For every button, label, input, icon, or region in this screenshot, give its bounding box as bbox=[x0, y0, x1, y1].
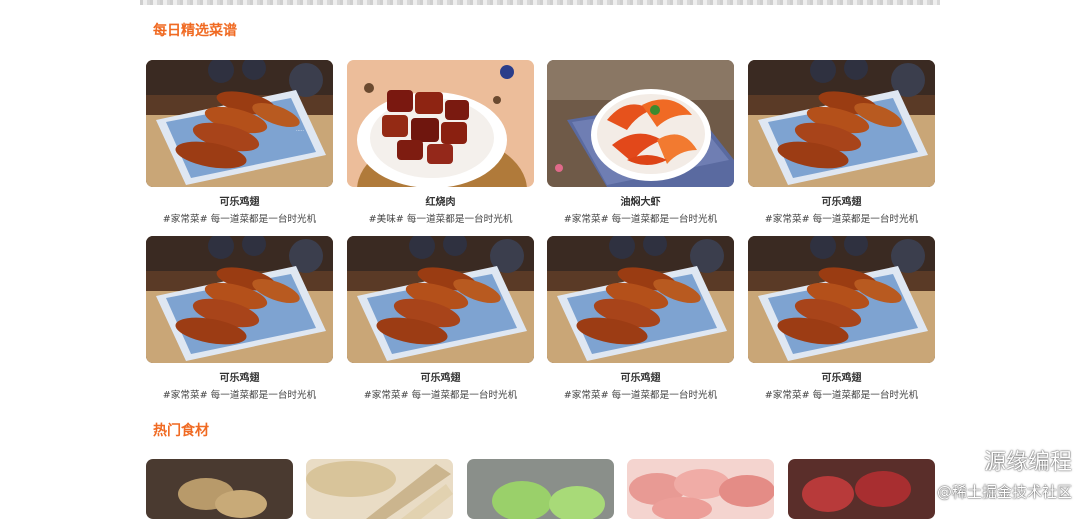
recipe-desc: #家常菜# 每一道菜都是一台时光机 bbox=[162, 214, 317, 225]
recipe-card[interactable]: 红烧肉 #美味# 每一道菜都是一台时光机 bbox=[347, 60, 534, 225]
recipe-title[interactable]: 可乐鸡翅 bbox=[146, 369, 333, 384]
recipe-desc: #家常菜# 每一道菜都是一台时光机 bbox=[162, 390, 317, 401]
svg-text:·····: ····· bbox=[296, 128, 304, 134]
recipe-card[interactable]: ····· 可乐鸡翅 #家常菜# 每一道菜都是一台时光机 bbox=[146, 60, 333, 225]
recipe-title[interactable]: 可乐鸡翅 bbox=[748, 193, 935, 208]
recipe-image-braised-pork[interactable] bbox=[347, 60, 534, 187]
recipe-title[interactable]: 可乐鸡翅 bbox=[347, 369, 534, 384]
ingredient-image-yam[interactable] bbox=[306, 459, 453, 519]
recipe-desc: #家常菜# 每一道菜都是一台时光机 bbox=[563, 214, 718, 225]
wechat-icon bbox=[943, 446, 978, 474]
ingredient-image-sliced-meat[interactable] bbox=[627, 459, 774, 519]
watermark-account-name: 源缘编程 bbox=[983, 450, 1072, 475]
recipe-card[interactable]: 可乐鸡翅 #家常菜# 每一道菜都是一台时光机 bbox=[347, 236, 534, 401]
section-title-daily-recipes: 每日精选菜谱 bbox=[153, 23, 237, 39]
recipe-image-chicken-wings[interactable]: ····· bbox=[146, 60, 333, 187]
recipe-desc: #美味# 每一道菜都是一台时光机 bbox=[368, 214, 513, 225]
recipe-image-chicken-wings[interactable] bbox=[146, 236, 333, 363]
recipe-image-braised-shrimp[interactable] bbox=[547, 60, 734, 187]
watermark-account: 源缘编程 bbox=[943, 444, 1072, 476]
recipe-card[interactable]: 可乐鸡翅 #家常菜# 每一道菜都是一台时光机 bbox=[748, 60, 935, 225]
recipe-desc: #家常菜# 每一道菜都是一台时光机 bbox=[563, 390, 718, 401]
ingredient-image-potato[interactable] bbox=[146, 459, 293, 519]
recipe-desc: #家常菜# 每一道菜都是一台时光机 bbox=[363, 390, 518, 401]
recipe-desc: #家常菜# 每一道菜都是一台时光机 bbox=[764, 390, 919, 401]
recipe-desc: #家常菜# 每一道菜都是一台时光机 bbox=[764, 214, 919, 225]
recipe-image-chicken-wings[interactable] bbox=[748, 236, 935, 363]
recipe-card[interactable]: 可乐鸡翅 #家常菜# 每一道菜都是一台时光机 bbox=[146, 236, 333, 401]
recipe-image-chicken-wings[interactable] bbox=[347, 236, 534, 363]
recipe-title[interactable]: 油焖大虾 bbox=[547, 193, 734, 208]
recipe-title[interactable]: 可乐鸡翅 bbox=[547, 369, 734, 384]
recipe-card[interactable]: 可乐鸡翅 #家常菜# 每一道菜都是一台时光机 bbox=[748, 236, 935, 401]
recipe-title[interactable]: 红烧肉 bbox=[347, 193, 534, 208]
recipe-card[interactable]: 可乐鸡翅 #家常菜# 每一道菜都是一台时光机 bbox=[547, 236, 734, 401]
ingredient-image-lettuce[interactable] bbox=[467, 459, 614, 519]
watermark-community: @稀土掘金技术社区 bbox=[937, 481, 1072, 502]
recipe-title[interactable]: 可乐鸡翅 bbox=[748, 369, 935, 384]
recipe-image-chicken-wings[interactable] bbox=[748, 60, 935, 187]
recipe-title[interactable]: 可乐鸡翅 bbox=[146, 193, 333, 208]
top-banner-strip bbox=[140, 0, 940, 5]
watermark-community-name: @稀土掘金技术社区 bbox=[936, 483, 1072, 501]
recipe-image-chicken-wings[interactable] bbox=[547, 236, 734, 363]
recipe-card[interactable]: 油焖大虾 #家常菜# 每一道菜都是一台时光机 bbox=[547, 60, 734, 225]
section-title-hot-ingredients: 热门食材 bbox=[153, 423, 209, 439]
ingredient-image-beef[interactable] bbox=[788, 459, 935, 519]
